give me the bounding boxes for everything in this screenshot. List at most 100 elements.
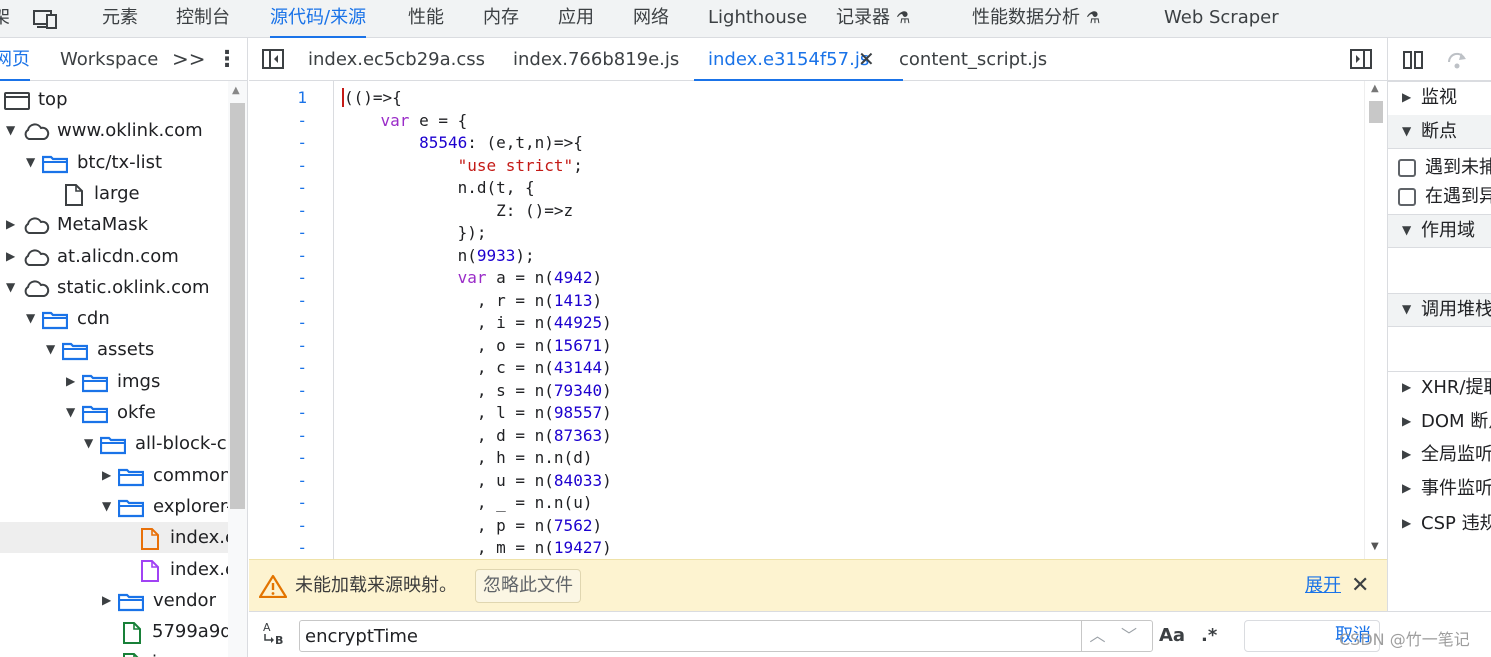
code-line[interactable]: , c = n(43144) [342, 357, 612, 380]
navigator-menu-button[interactable]: ⋮ [216, 38, 238, 81]
collapsed-arrow-icon[interactable]: ▶ [66, 366, 75, 397]
line-number[interactable]: - [249, 245, 307, 268]
scroll-thumb[interactable] [230, 103, 245, 509]
code-line[interactable]: , u = n(84033) [342, 470, 612, 493]
code-line[interactable]: , s = n(79340) [342, 380, 612, 403]
tree-item[interactable]: ▼ static.oklink.com [0, 272, 228, 303]
code-line[interactable]: , p = n(7562) [342, 515, 602, 538]
line-number[interactable]: - [249, 447, 307, 470]
code-line[interactable]: (()=>{ [342, 87, 402, 110]
expanded-arrow-icon[interactable]: ▼ [46, 334, 55, 365]
collapsed-arrow-icon[interactable]: ▶ [102, 585, 111, 616]
regex-button[interactable]: .* [1201, 620, 1217, 652]
pause-icon[interactable] [1402, 50, 1424, 75]
toggle-debugger-icon[interactable] [1350, 49, 1372, 74]
line-number-gutter[interactable]: 1-------------------- [249, 81, 334, 559]
tab-elements[interactable]: 元素 [102, 0, 138, 38]
code-line[interactable]: n(9933); [342, 245, 535, 268]
tree-item[interactable]: top [0, 84, 228, 115]
editor-tab-index-e3154f57[interactable]: index.e3154f57.js [693, 38, 904, 81]
code-line[interactable]: , h = n.n(d) [342, 447, 593, 470]
line-number[interactable]: - [249, 267, 307, 290]
line-number[interactable]: - [249, 335, 307, 358]
expanded-arrow-icon[interactable]: ▼ [102, 491, 111, 522]
sidebar-section-header[interactable]: ▶ DOM 断点 [1388, 405, 1491, 438]
close-tab-icon[interactable]: ✕ [858, 38, 875, 81]
code-line[interactable]: var a = n(4942) [342, 267, 603, 290]
tree-item[interactable]: 5799a9df [0, 616, 228, 647]
line-number[interactable]: - [249, 537, 307, 559]
tree-item[interactable]: ▼ btc/tx-list [0, 147, 228, 178]
tab-recorder[interactable]: 记录器 ⚗ [836, 0, 910, 38]
code-editor[interactable]: 1-------------------- (()=>{ var e = { 8… [249, 81, 1387, 559]
code-line[interactable]: n.d(t, { [342, 177, 535, 200]
line-number[interactable]: - [249, 312, 307, 335]
toggle-navigator-icon[interactable] [262, 49, 284, 74]
expanded-arrow-icon[interactable]: ▼ [26, 303, 35, 334]
tree-item[interactable]: ▼ www.oklink.com [0, 115, 228, 146]
code-line[interactable]: var e = { [342, 110, 468, 133]
tree-item[interactable]: ▶ vendor [0, 585, 228, 616]
tree-item[interactable]: large [0, 178, 228, 209]
tab-memory[interactable]: 内存 [483, 0, 519, 38]
sidebar-section-header[interactable]: ▶ 监视 [1388, 81, 1491, 114]
tree-item[interactable]: ▼ explorer- [0, 491, 228, 522]
sidebar-section-header[interactable]: ▼ 调用堆栈 [1388, 293, 1491, 326]
scroll-thumb[interactable] [1369, 101, 1383, 123]
tab-sources[interactable]: 源代码/来源 [270, 0, 367, 38]
sidebar-section-header[interactable]: ▶ 全局监听 [1388, 438, 1491, 471]
close-warning-icon[interactable]: ✕ [1351, 560, 1369, 612]
more-tabs-button[interactable]: >> [172, 38, 206, 81]
code-line[interactable]: Z: ()=>z [342, 200, 573, 223]
collapsed-arrow-icon[interactable]: ▶ [6, 241, 15, 272]
navigator-scrollbar[interactable]: ▲ [228, 81, 247, 657]
tree-item[interactable]: ▶ at.alicdn.com [0, 241, 228, 272]
line-number[interactable]: - [249, 222, 307, 245]
line-number[interactable]: - [249, 425, 307, 448]
step-over-icon[interactable] [1446, 50, 1468, 75]
tab-workspace[interactable]: Workspace [60, 38, 158, 81]
tree-item[interactable]: ▶ MetaMask [0, 209, 228, 240]
previous-match-button[interactable]: ︿ [1081, 621, 1113, 651]
collapsed-arrow-icon[interactable]: ▶ [102, 460, 111, 491]
expanded-arrow-icon[interactable]: ▼ [66, 397, 75, 428]
editor-tab-index-766b819e[interactable]: index.766b819e.js [513, 38, 679, 81]
device-toolbar-icon[interactable] [33, 9, 59, 34]
tree-item[interactable]: ▶ imgs [0, 366, 228, 397]
line-number[interactable]: 1 [249, 87, 307, 110]
line-number[interactable]: - [249, 200, 307, 223]
editor-tab-content-script[interactable]: content_script.js [899, 38, 1047, 81]
code-line[interactable]: , _ = n.n(u) [342, 492, 593, 515]
sidebar-section-header[interactable]: ▼ 作用域 [1388, 214, 1491, 247]
line-number[interactable]: - [249, 515, 307, 538]
sidebar-section-header[interactable]: ▶ CSP 违规 [1388, 507, 1491, 540]
checkbox[interactable] [1398, 188, 1416, 206]
tab-web-scraper[interactable]: Web Scraper [1164, 0, 1279, 38]
scroll-down-icon[interactable]: ▼ [1371, 541, 1379, 552]
replace-toggle-icon[interactable]: AB [261, 620, 289, 649]
pause-on-exception-checkbox[interactable]: 遇到未捕获的异常时暂停 [1388, 153, 1491, 183]
expanded-arrow-icon[interactable]: ▼ [26, 147, 35, 178]
tree-item[interactable]: index.e [0, 522, 228, 554]
line-number[interactable]: - [249, 380, 307, 403]
code-line[interactable]: , m = n(19427) [342, 537, 612, 559]
code-line[interactable]: , r = n(1413) [342, 290, 602, 313]
line-number[interactable]: - [249, 155, 307, 178]
tree-item[interactable]: i [0, 647, 228, 657]
match-case-button[interactable]: Aa [1159, 620, 1185, 652]
tab-lighthouse[interactable]: Lighthouse [708, 0, 807, 38]
collapsed-arrow-icon[interactable]: ▶ [6, 209, 15, 240]
line-number[interactable]: - [249, 177, 307, 200]
expanded-arrow-icon[interactable]: ▼ [6, 115, 15, 146]
tab-application[interactable]: 应用 [558, 0, 594, 38]
code-line[interactable]: , i = n(44925) [342, 312, 612, 335]
line-number[interactable]: - [249, 132, 307, 155]
expanded-arrow-icon[interactable]: ▼ [84, 428, 93, 459]
code-line[interactable]: , o = n(15671) [342, 335, 612, 358]
scroll-up-icon[interactable]: ▲ [1371, 83, 1379, 94]
checkbox[interactable] [1398, 159, 1416, 177]
pause-on-exception-checkbox[interactable]: 在遇到异常时暂停 [1388, 182, 1491, 212]
tab-performance-insights[interactable]: 性能数据分析 ⚗ [972, 0, 1100, 38]
tab-console[interactable]: 控制台 [176, 0, 230, 38]
line-number[interactable]: - [249, 110, 307, 133]
